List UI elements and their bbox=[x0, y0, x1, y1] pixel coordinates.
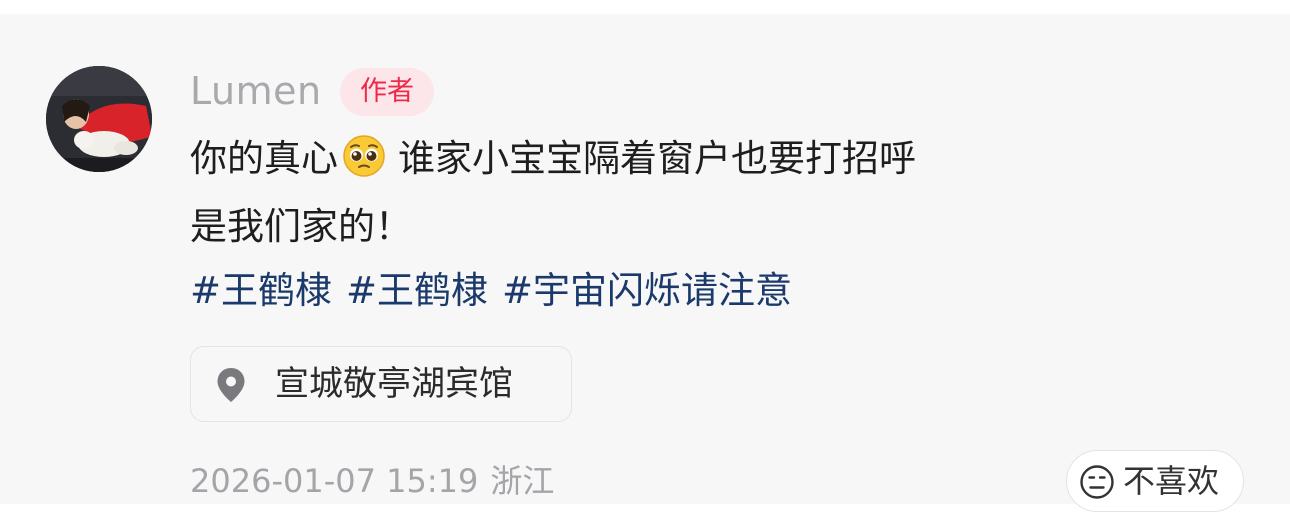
timestamp: 2026-01-07 15:19 bbox=[190, 462, 479, 500]
avatar[interactable] bbox=[46, 66, 152, 172]
location-text: 宣城敬亭湖宾馆 bbox=[275, 364, 513, 404]
hashtag-link[interactable]: #宇宙闪烁请注意 bbox=[502, 269, 792, 312]
pleading-face-emoji-icon bbox=[342, 134, 386, 178]
meh-face-icon bbox=[1079, 464, 1115, 500]
hashtag-link[interactable]: #王鹤棣 bbox=[190, 269, 332, 312]
avatar-photo bbox=[46, 66, 152, 172]
comment-text-line-1: 你的真心 谁家小宝宝隔着窗户也要打招呼 bbox=[190, 134, 916, 184]
comment-text-after-emoji: 谁家小宝宝隔着窗户也要打招呼 bbox=[398, 137, 916, 180]
comment-text-before-emoji: 你的真心 bbox=[190, 137, 338, 180]
username[interactable]: Lumen bbox=[190, 66, 322, 116]
location-chip[interactable]: 宣城敬亭湖宾馆 bbox=[190, 346, 572, 422]
comment-card: Lumen 作者 你的真心 谁家小宝宝隔着窗户也要打招呼 是我们家的！ #王鹤棣… bbox=[0, 14, 1290, 512]
hashtag-row: #王鹤棣 #王鹤棣 #宇宙闪烁请注意 bbox=[190, 266, 806, 316]
location-pin-icon bbox=[215, 367, 247, 403]
author-badge: 作者 bbox=[340, 68, 434, 116]
comment-text-line-2: 是我们家的！ bbox=[190, 205, 412, 248]
ip-region: 浙江 bbox=[490, 462, 555, 500]
dislike-label: 不喜欢 bbox=[1123, 462, 1220, 500]
dislike-button[interactable]: 不喜欢 bbox=[1066, 450, 1244, 512]
hashtag-link[interactable]: #王鹤棣 bbox=[346, 269, 488, 312]
comment-meta: 2026-01-07 15:19 浙江 bbox=[190, 458, 554, 504]
